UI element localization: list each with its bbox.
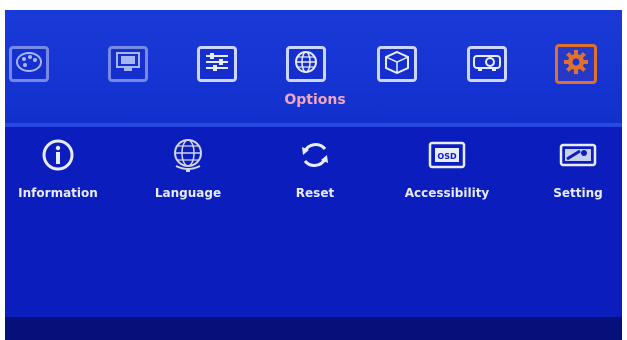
- option-reset[interactable]: Reset: [260, 136, 370, 200]
- option-setting[interactable]: Setting: [523, 136, 622, 200]
- gear-icon: [562, 48, 590, 80]
- 3d-tab[interactable]: [377, 46, 417, 82]
- option-label: Language: [154, 186, 222, 200]
- option-label: Reset: [295, 186, 335, 200]
- setting-icon: [523, 136, 622, 174]
- svg-text:OSD: OSD: [437, 152, 457, 161]
- bottom-strip: [5, 317, 622, 340]
- options-tab[interactable]: [555, 44, 597, 84]
- monitor-icon: [114, 51, 142, 77]
- option-language[interactable]: Language: [133, 136, 243, 200]
- projector-icon: [472, 51, 502, 77]
- globe-tab[interactable]: [286, 46, 326, 82]
- osd-screen: Options Information Language Reset OSD A…: [5, 10, 622, 340]
- palette-icon: [15, 51, 43, 77]
- option-label: Setting: [553, 186, 603, 200]
- 3d-icon: [383, 50, 411, 78]
- option-accessibility[interactable]: OSD Accessibility: [392, 136, 502, 200]
- globe-icon: [133, 136, 243, 174]
- projector-tab[interactable]: [467, 46, 507, 82]
- reset-icon: [260, 136, 370, 174]
- equalizer-tab[interactable]: [197, 46, 237, 82]
- info-icon: [5, 136, 113, 174]
- globe-icon: [292, 50, 320, 78]
- monitor-tab[interactable]: [108, 46, 148, 82]
- equalizer-icon: [203, 51, 231, 77]
- section-title: Options: [284, 92, 346, 108]
- palette-tab[interactable]: [9, 46, 49, 82]
- option-label: Accessibility: [404, 186, 490, 200]
- option-information[interactable]: Information: [5, 136, 113, 200]
- osd-icon: OSD: [392, 136, 502, 174]
- option-label: Information: [18, 186, 98, 200]
